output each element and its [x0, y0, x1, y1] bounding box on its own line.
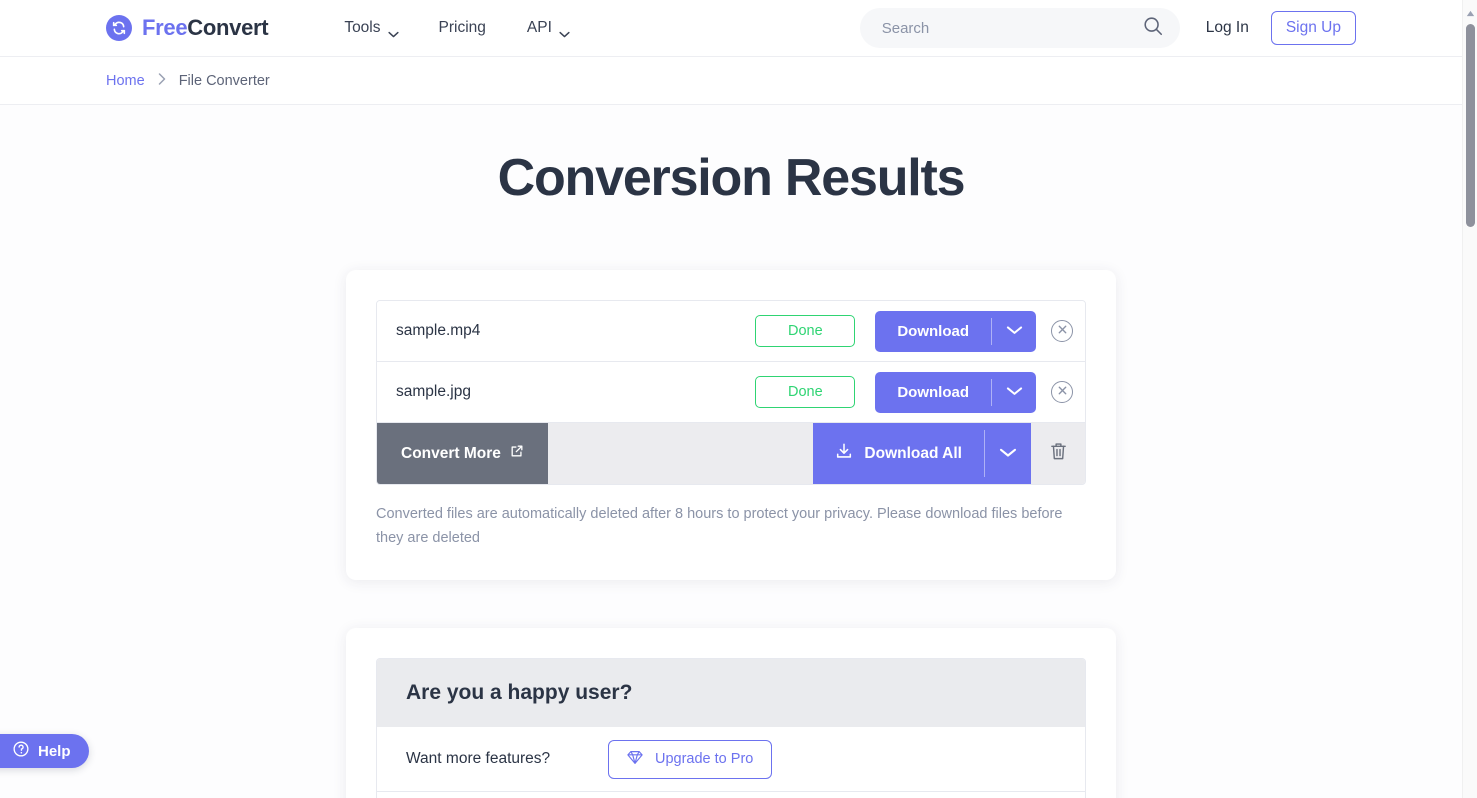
question-circle-icon [12, 740, 30, 763]
download-all-label: Download All [864, 444, 962, 462]
nav-item-api[interactable]: API [526, 19, 570, 38]
delete-all-button[interactable] [1031, 423, 1085, 484]
download-button[interactable]: Download [875, 311, 991, 352]
upgrade-to-pro-label: Upgrade to Pro [655, 751, 754, 767]
page-title: Conversion Results [497, 149, 966, 207]
vertical-scrollbar[interactable] [1462, 0, 1477, 798]
results-action-bar: Convert More Download All [377, 423, 1085, 484]
download-button[interactable]: Download [875, 372, 991, 413]
panel-row-label: Want more features? [406, 750, 551, 767]
status-badge: Done [755, 376, 856, 408]
breadcrumb: Home File Converter [0, 57, 1462, 105]
chevron-down-icon [999, 445, 1017, 463]
nav-item-tools[interactable]: Tools [344, 19, 399, 38]
scroll-up-arrow-icon[interactable] [1466, 4, 1475, 22]
happy-user-panel: Are you a happy user? Want more features… [376, 658, 1086, 798]
convert-more-label: Convert More [401, 444, 501, 462]
nav-item-api-label: API [526, 19, 552, 36]
diamond-icon [627, 750, 643, 769]
happy-user-card: Are you a happy user? Want more features… [346, 628, 1116, 798]
panel-row-upgrade: Want more features? Upgrade to Pro [377, 727, 1085, 792]
close-icon [1057, 322, 1068, 340]
download-button-group[interactable]: Download [875, 371, 1036, 413]
happy-user-heading: Are you a happy user? [377, 659, 1085, 727]
retention-notice: Converted files are automatically delete… [376, 506, 1063, 546]
help-widget[interactable]: Help [0, 734, 89, 768]
brand-logo[interactable]: FreeConvert [106, 15, 269, 41]
table-row: sample.mp4 Done Download [377, 301, 1085, 362]
refresh-circle-icon [106, 15, 132, 41]
breadcrumb-home-link[interactable]: Home [106, 73, 145, 89]
remove-file-button[interactable] [1051, 381, 1073, 403]
remove-file-button[interactable] [1051, 320, 1073, 342]
nav-item-pricing[interactable]: Pricing [439, 19, 486, 37]
page-viewport: FreeConvert Tools Pricing API Search Log… [0, 0, 1462, 798]
chevron-down-icon [1006, 322, 1023, 340]
top-navigation-bar: FreeConvert Tools Pricing API Search Log… [0, 0, 1462, 57]
results-table: sample.mp4 Done Download sample.jpg Done… [376, 300, 1086, 485]
action-bar-spacer [548, 423, 814, 484]
status-badge: Done [755, 315, 856, 347]
main-content: Conversion Results sample.mp4 Done Downl… [0, 105, 1462, 798]
file-name: sample.jpg [396, 383, 471, 400]
panel-row-partial [377, 792, 1085, 798]
login-link[interactable]: Log In [1206, 19, 1249, 37]
primary-nav: Tools Pricing API [344, 19, 570, 38]
signup-button[interactable]: Sign Up [1270, 11, 1356, 45]
conversion-results-card: sample.mp4 Done Download sample.jpg Done… [346, 270, 1116, 580]
brand-name-first: Free [142, 15, 188, 40]
download-options-toggle[interactable] [992, 372, 1036, 413]
table-row: sample.jpg Done Download [377, 362, 1085, 423]
nav-item-tools-label: Tools [344, 19, 381, 36]
help-label: Help [38, 742, 71, 760]
nav-right-group: Log In Sign Up [859, 8, 1356, 48]
chevron-right-icon [158, 73, 166, 88]
download-icon [835, 442, 853, 465]
download-options-toggle[interactable] [992, 311, 1036, 352]
chevron-down-icon [559, 25, 570, 38]
brand-name-second: Convert [187, 15, 269, 40]
upgrade-to-pro-button[interactable]: Upgrade to Pro [608, 739, 773, 779]
download-all-button-group[interactable]: Download All [813, 423, 1031, 484]
close-icon [1057, 383, 1068, 401]
search-input[interactable] [881, 19, 1142, 37]
search-box[interactable] [859, 8, 1180, 48]
search-icon[interactable] [1142, 15, 1164, 42]
download-all-options-toggle[interactable] [985, 423, 1031, 484]
breadcrumb-current: File Converter [178, 72, 270, 89]
trash-icon [1049, 441, 1068, 467]
file-name: sample.mp4 [396, 322, 481, 339]
external-link-icon [510, 444, 524, 463]
brand-name: FreeConvert [142, 15, 269, 41]
chevron-down-icon [387, 25, 399, 38]
download-all-button[interactable]: Download All [813, 423, 984, 484]
scrollbar-thumb[interactable] [1466, 24, 1475, 227]
convert-more-button[interactable]: Convert More [377, 423, 548, 484]
nav-item-pricing-label: Pricing [438, 19, 486, 36]
chevron-down-icon [1006, 383, 1023, 401]
download-button-group[interactable]: Download [875, 310, 1036, 352]
